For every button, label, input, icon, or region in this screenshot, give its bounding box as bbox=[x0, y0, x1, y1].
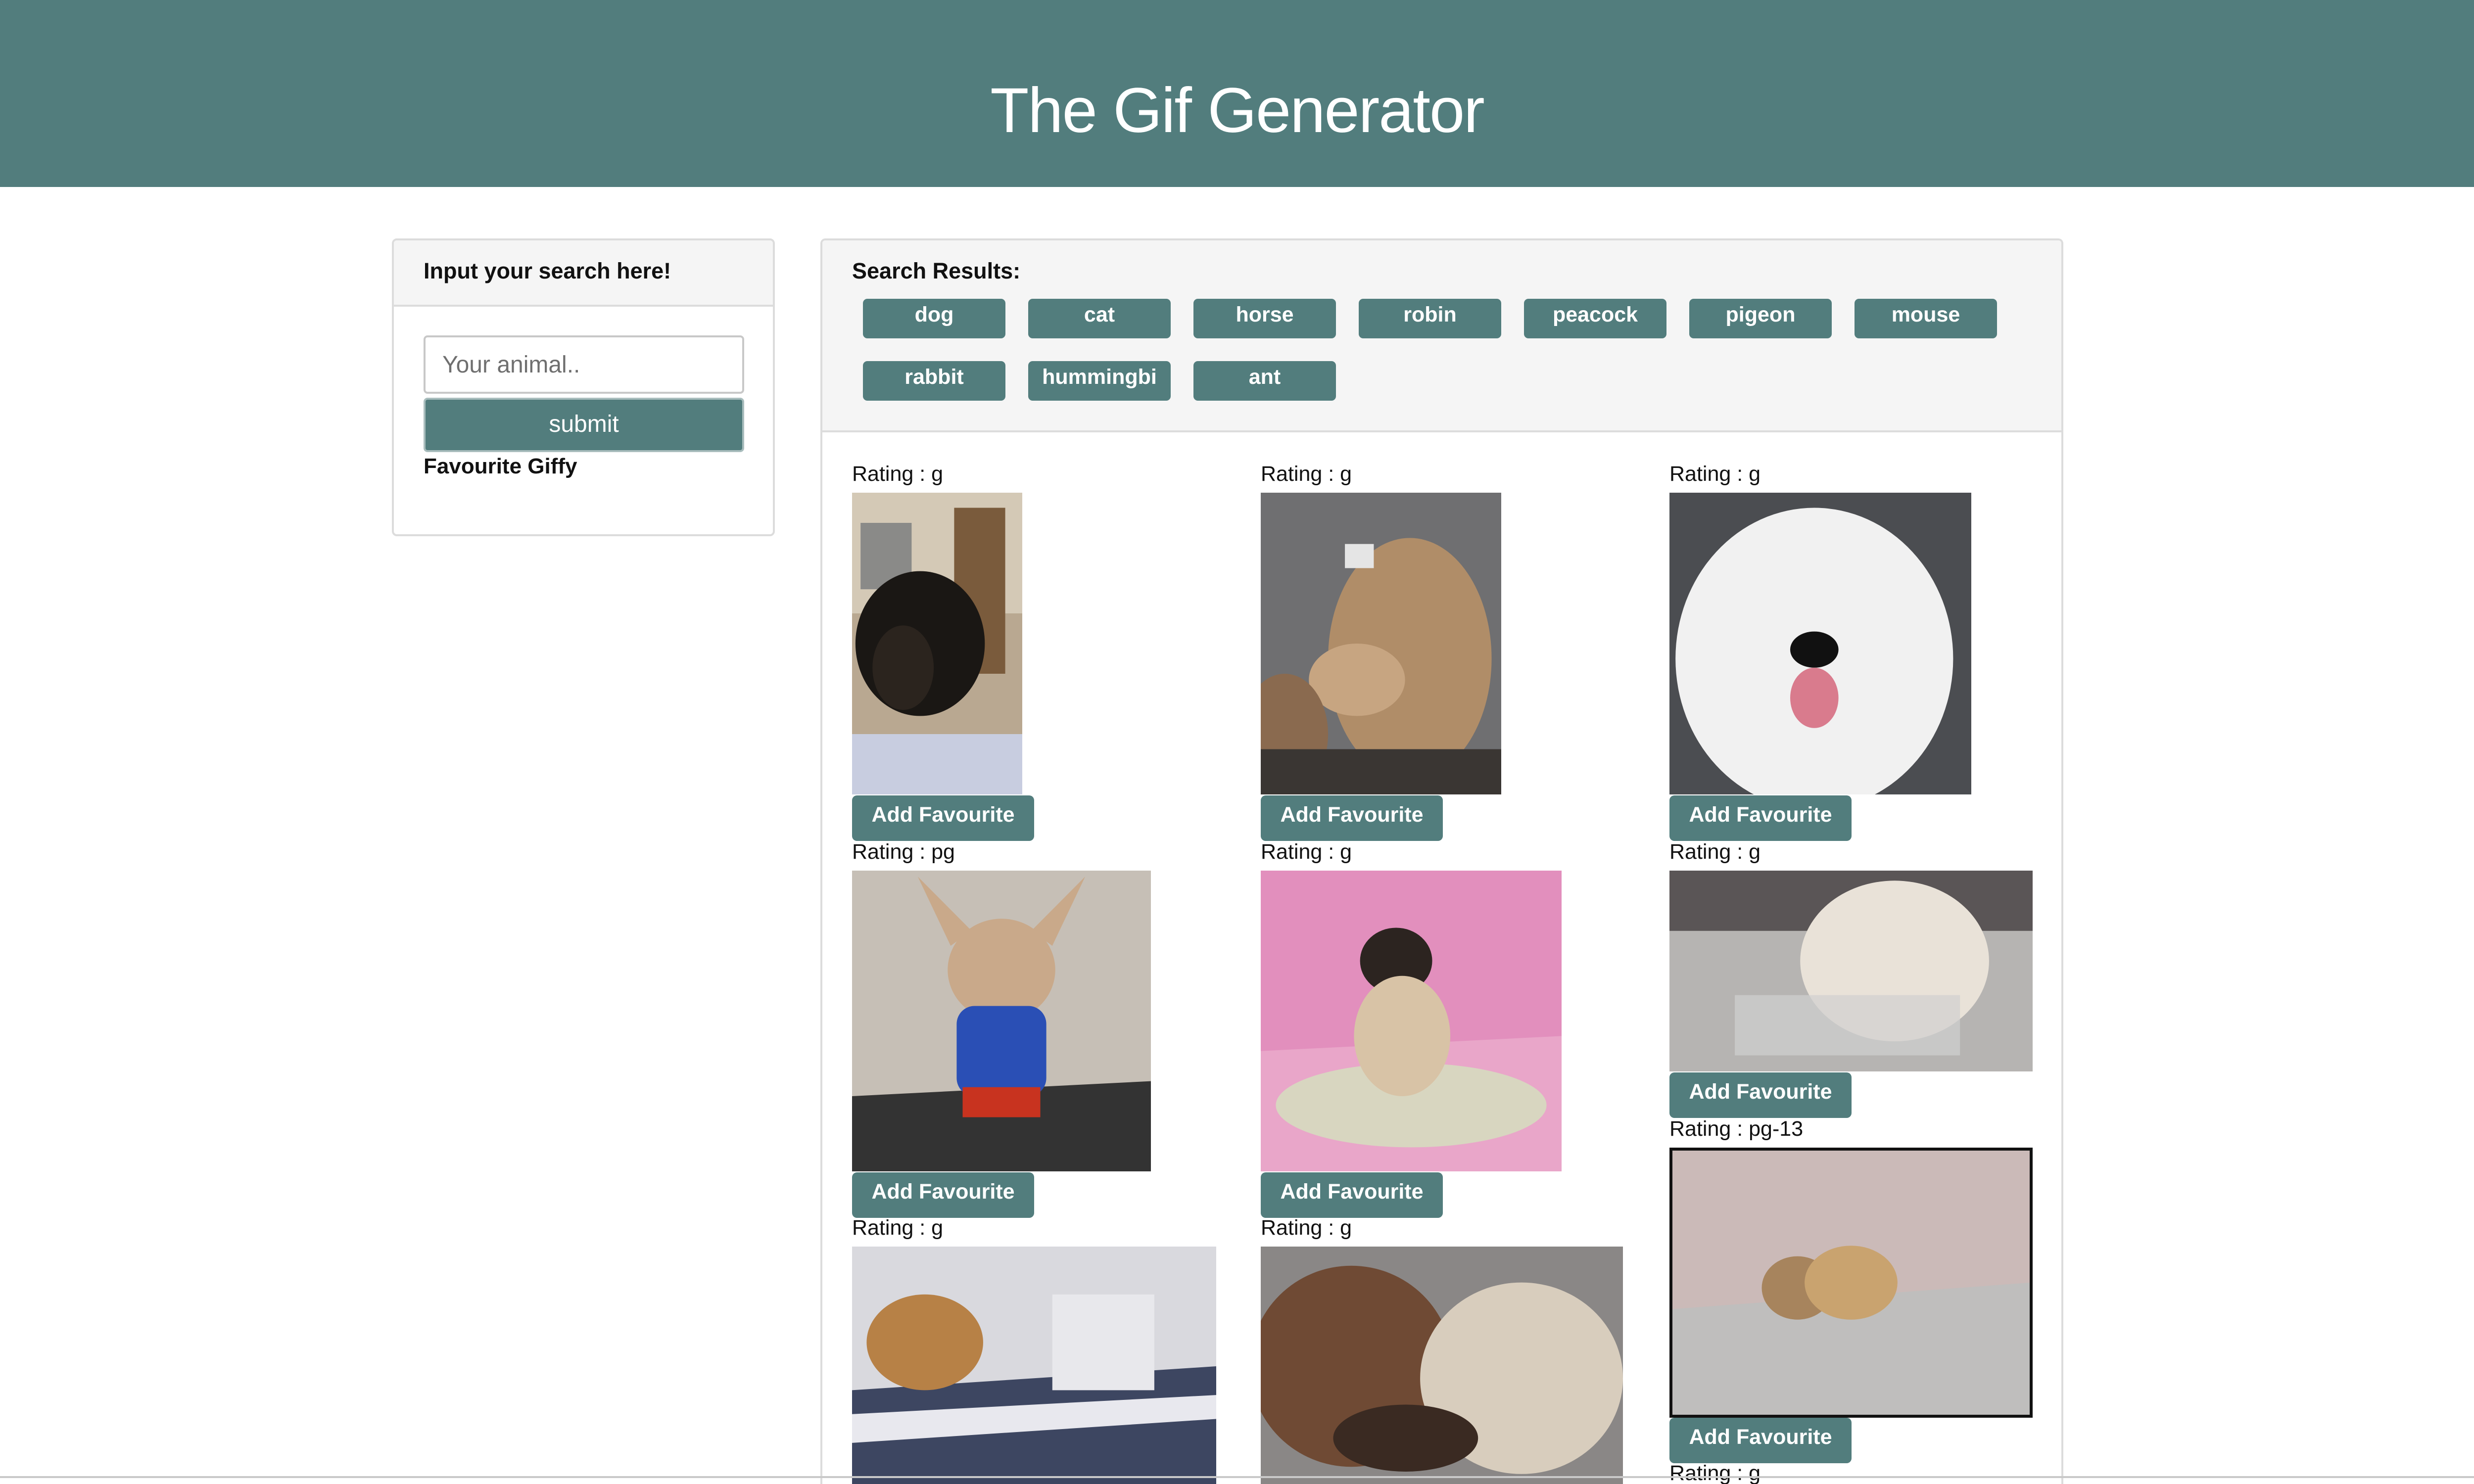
animal-chip-cat[interactable]: cat bbox=[1028, 299, 1171, 338]
animal-chip-mouse[interactable]: mouse bbox=[1855, 299, 1997, 338]
gif-image-shiba-laptop bbox=[852, 1247, 1216, 1484]
gif-image-pomeranian bbox=[1669, 871, 2033, 1071]
page-bottom-border bbox=[0, 1476, 2474, 1478]
animal-chip-pigeon[interactable]: pigeon bbox=[1689, 299, 1832, 338]
animal-chip-rabbit[interactable]: rabbit bbox=[863, 361, 1005, 401]
animal-chip-peacock[interactable]: peacock bbox=[1524, 299, 1666, 338]
add-favourite-button[interactable]: Add Favourite bbox=[1669, 1072, 1852, 1118]
add-favourite-button[interactable]: Add Favourite bbox=[1669, 1418, 1852, 1463]
gif-rating: Rating : pg bbox=[852, 840, 955, 864]
gif-rating: Rating : g bbox=[1261, 462, 1352, 486]
add-favourite-button[interactable]: Add Favourite bbox=[1261, 1172, 1443, 1218]
add-favourite-button[interactable]: Add Favourite bbox=[852, 1172, 1034, 1218]
gif-image-two-small-dogs bbox=[1669, 1148, 2033, 1418]
app-header: The Gif Generator bbox=[0, 0, 2474, 187]
gif-rating: Rating : g bbox=[852, 1216, 944, 1240]
gif-image-black-puppy bbox=[852, 493, 1022, 794]
gif-rating: Rating : g bbox=[1669, 840, 1761, 864]
animal-chip-horse[interactable]: horse bbox=[1193, 299, 1336, 338]
gif-image-superman-chihuahua bbox=[852, 871, 1151, 1171]
gif-image-pug-money bbox=[1261, 871, 1562, 1171]
search-panel-title: Input your search here! bbox=[424, 258, 671, 283]
animal-chip-ant[interactable]: ant bbox=[1193, 361, 1336, 401]
gif-image-samoyed bbox=[1669, 493, 1971, 794]
gif-rating: Rating : g bbox=[1261, 840, 1352, 864]
page-title: The Gif Generator bbox=[990, 75, 1485, 146]
gif-rating: Rating : g bbox=[1669, 1461, 1761, 1484]
add-favourite-button[interactable]: Add Favourite bbox=[1261, 795, 1443, 841]
favourites-label: Favourite Giffy bbox=[424, 454, 577, 478]
animal-search-input[interactable] bbox=[424, 335, 744, 394]
add-favourite-button[interactable]: Add Favourite bbox=[852, 795, 1034, 841]
gif-rating: Rating : g bbox=[1669, 462, 1761, 486]
animal-chip-robin[interactable]: robin bbox=[1359, 299, 1501, 338]
gif-rating: Rating : g bbox=[1261, 1216, 1352, 1240]
results-panel-title: Search Results: bbox=[852, 258, 1021, 283]
search-panel: Input your search here! submit Favourite… bbox=[392, 238, 775, 536]
add-favourite-button[interactable]: Add Favourite bbox=[1669, 795, 1852, 841]
animal-chip-dog[interactable]: dog bbox=[863, 299, 1005, 338]
animal-chip-hummingbird[interactable]: hummingbi bbox=[1028, 361, 1171, 401]
gif-image-surprised-dog bbox=[1261, 493, 1501, 794]
search-results-panel: Search Results: dog cat horse robin peac… bbox=[820, 238, 2063, 1484]
gif-rating: Rating : pg-13 bbox=[1669, 1117, 1804, 1141]
gif-image-poodle-dogs bbox=[1261, 1247, 1623, 1484]
gif-rating: Rating : g bbox=[852, 462, 944, 486]
submit-button[interactable]: submit bbox=[424, 398, 744, 452]
